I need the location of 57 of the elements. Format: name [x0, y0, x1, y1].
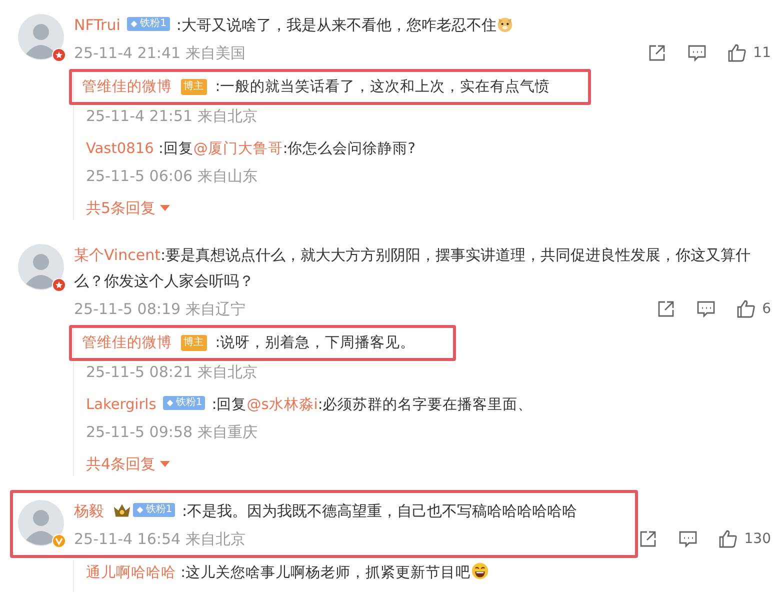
reply-text: :说呀，别着急，下周播客见。 [215, 335, 416, 351]
fan-level-badge: 铁粉1 [132, 503, 176, 517]
more-replies-link[interactable]: 共5条回复 [86, 196, 170, 220]
mention-link[interactable]: @s水林淼i [246, 397, 318, 413]
avatar-icon [18, 244, 64, 290]
comment-time: 25-11-4 21:41 [74, 44, 181, 62]
comment-time: 25-11-4 16:54 [74, 530, 181, 548]
like-count: 6 [762, 301, 771, 317]
reply-text: :一般的就当笑话看了，这次和上次，实在有点气愤 [215, 79, 550, 95]
user-name[interactable]: 管维佳的微博 [82, 79, 172, 95]
user-name[interactable]: Vast0816 [86, 141, 154, 157]
crown-icon [112, 503, 131, 518]
comment-icon[interactable] [678, 529, 698, 549]
reply-time: 25-11-5 09:58 [86, 423, 193, 441]
fan-level-badge: 铁粉1 [127, 17, 170, 31]
like-count: 11 [753, 45, 771, 61]
comment-icon[interactable] [687, 43, 708, 63]
comment-time: 25-11-5 08:19 [74, 300, 181, 318]
share-icon[interactable] [638, 529, 658, 549]
reply-text: :回复@厦门大鲁哥:你怎么会问徐静雨? [158, 141, 416, 157]
comment-location: 来自北京 [185, 530, 246, 548]
reply-location: 来自北京 [197, 363, 258, 381]
share-icon[interactable] [647, 43, 668, 63]
like-icon[interactable] [727, 43, 748, 63]
like-icon[interactable] [736, 299, 756, 319]
comment-text: :不是我。因为我既不德高望重，自己也不写稿哈哈哈哈哈哈 [182, 502, 577, 520]
comment-location: 来自美国 [185, 44, 246, 62]
like-count: 130 [744, 531, 771, 547]
user-name[interactable]: 某个Vincent [74, 246, 160, 264]
caret-icon [160, 205, 170, 211]
comment-icon[interactable] [696, 299, 716, 319]
mention-link[interactable]: @厦门大鲁哥 [193, 141, 283, 157]
user-name[interactable]: 管维佳的微博 [82, 335, 172, 351]
user-name[interactable]: NFTrui [74, 16, 120, 34]
reply-location: 来自重庆 [197, 423, 258, 441]
comment-text: :大哥又说啥了，我是从来不看他，您咋老忍不住 [176, 16, 496, 34]
comment-location: 来自辽宁 [185, 300, 246, 318]
comment-text: 某个Vincent:要是真想说点什么，就大大方方别阴阳，摆事实讲道理，共同促进良性发展，你这又算什么？你发这个人家会听吗？ [74, 245, 752, 292]
reply-time: 25-11-5 06:06 [86, 167, 193, 185]
reply-time: 25-11-5 08:21 [86, 363, 193, 381]
reply-time: 25-11-4 21:51 [86, 107, 193, 125]
more-replies-link[interactable]: 共4条回复 [86, 452, 170, 476]
fan-level-badge: 铁粉1 [162, 396, 206, 410]
reply-location: 来自山东 [197, 167, 258, 185]
author-badge: 博主 [180, 335, 207, 351]
like-icon[interactable] [718, 529, 738, 549]
avatar-icon [18, 14, 64, 60]
caret-icon [160, 461, 170, 467]
reply-location: 来自北京 [197, 107, 258, 125]
avatar-icon [18, 500, 64, 546]
author-badge: 博主 [180, 79, 207, 95]
user-name[interactable]: 杨毅 [74, 502, 104, 520]
reply-text: :这儿关您啥事儿啊杨老师，抓紧更新节目吧 [180, 565, 470, 581]
reply-text: :回复@s水林淼i:必须苏群的名字要在播客里面、 [212, 397, 533, 413]
share-icon[interactable] [656, 299, 676, 319]
user-name[interactable]: 通儿啊哈哈哈 [86, 565, 176, 581]
user-name[interactable]: Lakergirls [86, 397, 156, 413]
